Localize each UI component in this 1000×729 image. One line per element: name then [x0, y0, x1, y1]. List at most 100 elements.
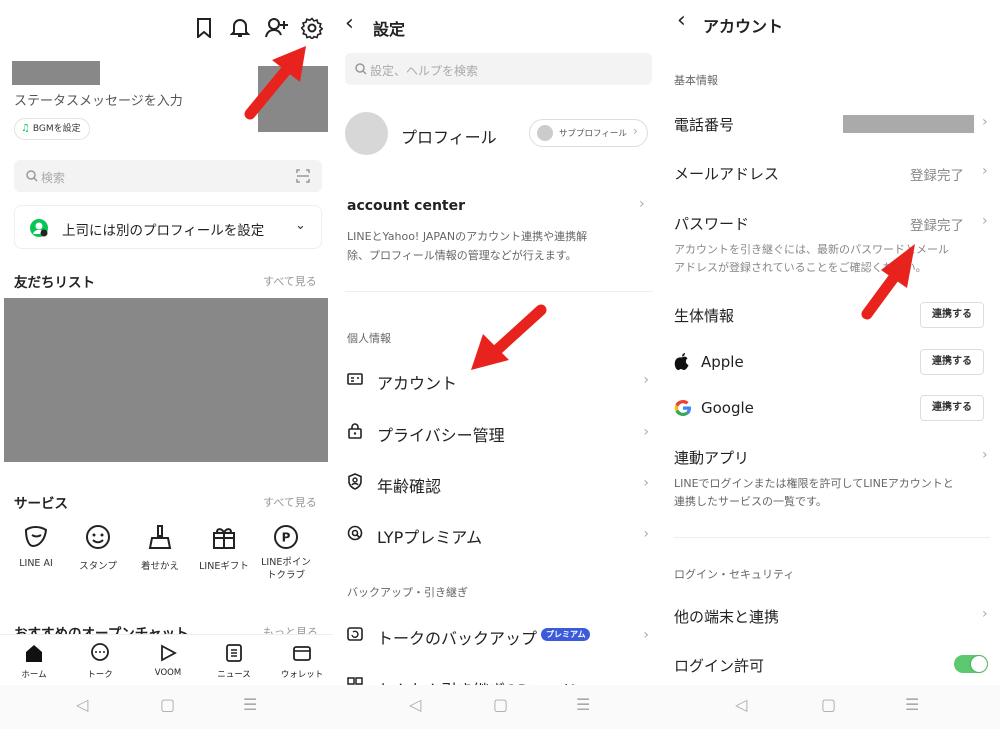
- qr-code-icon: [347, 677, 363, 685]
- nav-recents-icon[interactable]: ☰: [905, 695, 919, 714]
- chevron-right-icon: ›: [643, 627, 649, 643]
- services-see-all-link[interactable]: すべて見る: [263, 494, 317, 510]
- tab-voom[interactable]: VOOM: [146, 643, 190, 678]
- settings-item-qr-transfer[interactable]: かんたん引き継ぎQRコード: [347, 667, 653, 685]
- android-nav-bar: ◁ ▢ ☰: [333, 685, 667, 729]
- phone-number-row[interactable]: 電話番号 ›: [674, 104, 994, 142]
- service-line-ai[interactable]: LINE AI: [10, 524, 62, 594]
- status-message-input[interactable]: ステータスメッセージを入力: [14, 90, 183, 109]
- theme-icon: [147, 524, 173, 550]
- chevron-right-icon: ›: [643, 372, 649, 388]
- add-friend-icon[interactable]: [265, 17, 289, 39]
- settings-item-age-verification[interactable]: 年齢確認 ›: [347, 463, 653, 503]
- other-devices-row[interactable]: 他の端末と連携 ›: [674, 596, 994, 634]
- settings-screen: ‹ 設定 設定、ヘルプを検索 プロフィール サブプロフィール › account…: [333, 0, 667, 729]
- profile-avatar[interactable]: [345, 112, 388, 155]
- chevron-right-icon: ›: [982, 447, 988, 463]
- red-arrow-to-password: [861, 244, 915, 320]
- chevron-right-icon: ›: [639, 196, 645, 212]
- sub-profile-avatar-icon: [537, 125, 553, 141]
- settings-title: 設定: [373, 20, 406, 39]
- biometric-link-button[interactable]: 連携する: [920, 302, 984, 328]
- google-link-button[interactable]: 連携する: [920, 395, 984, 421]
- service-theme[interactable]: 着せかえ: [134, 524, 186, 594]
- sub-profile-button[interactable]: サブプロフィール ›: [529, 119, 648, 147]
- gift-icon: [211, 524, 237, 550]
- nav-back-icon[interactable]: ◁: [735, 695, 747, 714]
- sub-profile-banner[interactable]: 上司には別のプロフィールを設定 ⌄: [14, 205, 322, 249]
- home-search-input[interactable]: 検索: [14, 160, 322, 192]
- email-status: 登録完了: [910, 168, 964, 184]
- chat-icon: [90, 643, 110, 663]
- id-card-icon: [347, 372, 363, 386]
- profile-switch-icon: [29, 218, 49, 238]
- profile-label[interactable]: プロフィール: [401, 124, 497, 148]
- shield-person-icon: [347, 473, 363, 490]
- svg-text:P: P: [282, 531, 291, 545]
- nav-recents-icon[interactable]: ☰: [243, 695, 257, 714]
- back-chevron-icon[interactable]: ‹: [345, 11, 354, 36]
- google-label: Google: [701, 399, 754, 417]
- login-security-section: ログイン・セキュリティ: [674, 568, 795, 581]
- chevron-right-icon: ›: [643, 424, 649, 440]
- friends-list-title: 友だちリスト: [14, 275, 95, 291]
- nav-back-icon[interactable]: ◁: [76, 695, 88, 714]
- home-screen: ステータスメッセージを入力 ♫ BGMを設定 検索 上司には別のプロフィールを設…: [0, 0, 333, 729]
- nav-home-icon[interactable]: ▢: [493, 695, 508, 714]
- tab-news[interactable]: ニュース: [212, 643, 256, 680]
- personal-info-section: 個人情報: [347, 332, 391, 345]
- android-nav-bar: ◁ ▢ ☰: [0, 685, 333, 729]
- redacted-friends-list: [4, 298, 328, 462]
- redacted-phone-number: [843, 115, 974, 133]
- settings-search-input[interactable]: 設定、ヘルプを検索: [345, 53, 652, 85]
- premium-badge: プレミアム: [541, 628, 591, 641]
- bookmark-icon[interactable]: [195, 18, 213, 38]
- back-chevron-icon[interactable]: ‹: [677, 8, 686, 33]
- friends-see-all-link[interactable]: すべて見る: [263, 273, 317, 289]
- nav-recents-icon[interactable]: ☰: [576, 695, 590, 714]
- bell-icon[interactable]: [230, 17, 250, 39]
- account-center-row[interactable]: account center › LINEとYahoo! JAPANのアカウント…: [345, 192, 653, 272]
- red-arrow-to-account: [471, 304, 547, 370]
- login-permission-toggle[interactable]: [954, 655, 988, 673]
- linked-apps-row[interactable]: 連動アプリ › LINEでログインまたは権限を許可してLINEアカウントと 連携…: [674, 437, 994, 517]
- bottom-tab-bar: ホーム トーク VOOM ニュース ウォレット: [0, 634, 333, 685]
- settings-item-chat-backup[interactable]: トークのバックアップ プレミアム ›: [347, 615, 653, 655]
- wallet-icon: [292, 643, 312, 663]
- service-sticker[interactable]: スタンプ: [72, 524, 124, 594]
- service-gift[interactable]: LINEギフト: [196, 524, 252, 594]
- tab-home[interactable]: ホーム: [12, 643, 56, 680]
- apple-link-button[interactable]: 連携する: [920, 349, 984, 375]
- sticker-icon: [85, 524, 111, 550]
- chevron-right-icon: ›: [643, 526, 649, 542]
- search-icon: [355, 63, 367, 75]
- nav-back-icon[interactable]: ◁: [409, 695, 421, 714]
- points-icon: P: [273, 524, 299, 550]
- basic-info-section: 基本情報: [674, 74, 718, 87]
- bgm-button[interactable]: ♫ BGMを設定: [14, 118, 90, 140]
- voom-icon: [158, 643, 178, 663]
- apple-icon: [674, 352, 690, 371]
- password-status: 登録完了: [910, 218, 964, 234]
- chevron-right-icon: ›: [982, 213, 988, 229]
- qr-scan-icon[interactable]: [296, 169, 310, 183]
- music-note-icon: ♫: [21, 123, 30, 134]
- nav-home-icon[interactable]: ▢: [821, 695, 836, 714]
- red-arrow-to-settings: [244, 46, 306, 120]
- tab-chat[interactable]: トーク: [78, 643, 122, 680]
- email-row[interactable]: メールアドレス 登録完了 ›: [674, 153, 994, 191]
- gear-icon[interactable]: [301, 17, 323, 39]
- account-title: アカウント: [703, 17, 784, 36]
- home-icon: [24, 643, 44, 663]
- settings-item-lyp-premium[interactable]: LYPプレミアム ›: [347, 514, 653, 554]
- line-ai-icon: [23, 524, 49, 550]
- biometric-label: 生体情報: [674, 307, 735, 325]
- password-row[interactable]: パスワード 登録完了 ›: [674, 203, 994, 241]
- settings-item-privacy[interactable]: プライバシー管理 ›: [347, 412, 653, 452]
- services-title: サービス: [14, 496, 68, 512]
- service-points[interactable]: P LINEポイン トクラブ: [258, 524, 314, 594]
- nav-home-icon[interactable]: ▢: [160, 695, 175, 714]
- chevron-right-icon: ›: [633, 124, 638, 138]
- lock-icon: [347, 422, 363, 439]
- tab-wallet[interactable]: ウォレット: [278, 643, 326, 680]
